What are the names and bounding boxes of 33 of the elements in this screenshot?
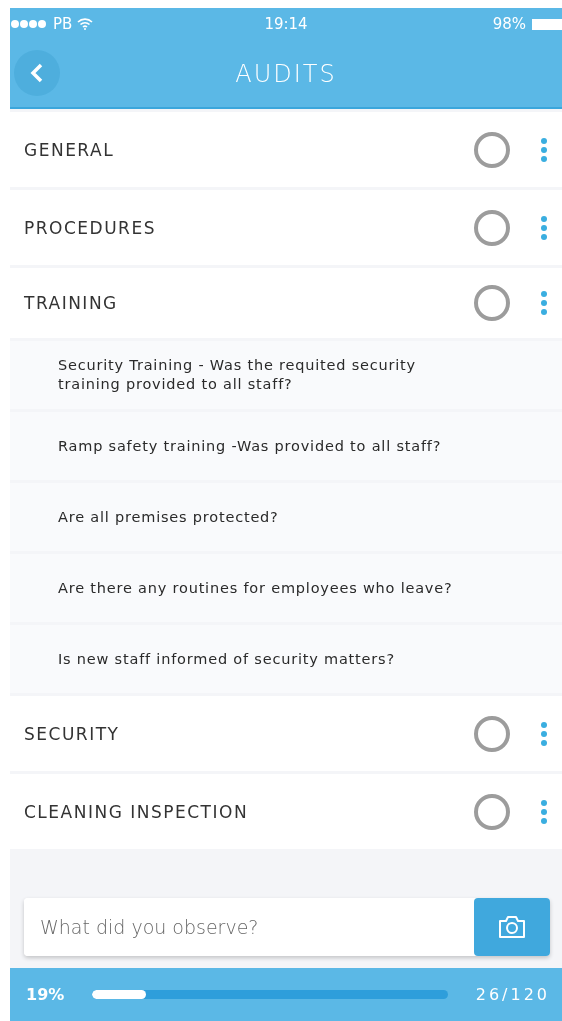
more-options-icon[interactable] bbox=[540, 720, 548, 747]
camera-button[interactable] bbox=[474, 898, 550, 956]
progress-count: 26/120 bbox=[475, 985, 550, 1004]
status-circle[interactable] bbox=[474, 131, 510, 168]
progress-percent: 19% bbox=[26, 985, 65, 1004]
status-circle[interactable] bbox=[474, 209, 510, 246]
camera-icon bbox=[497, 914, 527, 940]
question-row[interactable]: Are all premises protected? bbox=[10, 483, 562, 551]
status-circle[interactable] bbox=[474, 793, 510, 830]
battery-icon bbox=[532, 18, 562, 30]
wifi-icon bbox=[77, 18, 94, 30]
back-button[interactable] bbox=[14, 50, 60, 96]
question-row[interactable]: Is new staff informed of security matters? bbox=[10, 625, 562, 693]
status-circle[interactable] bbox=[474, 715, 510, 752]
section-row[interactable]: GENERAL bbox=[10, 112, 562, 187]
battery-percent: 98% bbox=[492, 15, 526, 33]
status-time: 19:14 bbox=[264, 15, 308, 33]
question-row[interactable]: Are there any routines for employees who leave? bbox=[10, 554, 562, 622]
section-row[interactable]: SECURITY bbox=[10, 696, 562, 771]
question-row[interactable]: Ramp safety training -Was provided to all staff? bbox=[10, 412, 562, 480]
section-row[interactable]: CLEANING INSPECTION bbox=[10, 774, 562, 849]
more-options-icon[interactable] bbox=[540, 136, 548, 163]
more-options-icon[interactable] bbox=[540, 798, 548, 825]
more-options-icon[interactable] bbox=[540, 214, 548, 241]
section-row[interactable]: TRAINING bbox=[10, 268, 562, 338]
more-options-icon[interactable] bbox=[540, 290, 548, 316]
signal-icon bbox=[10, 19, 48, 29]
carrier-label: PB bbox=[53, 15, 73, 33]
section-row[interactable]: PROCEDURES bbox=[10, 190, 562, 265]
question-row[interactable]: Security Training - Was the requited security training provided to all staff? bbox=[10, 341, 562, 409]
status-circle[interactable] bbox=[474, 285, 510, 321]
observation-field[interactable]: What did you observe? bbox=[24, 898, 474, 956]
page-title: AUDITS bbox=[235, 59, 337, 88]
